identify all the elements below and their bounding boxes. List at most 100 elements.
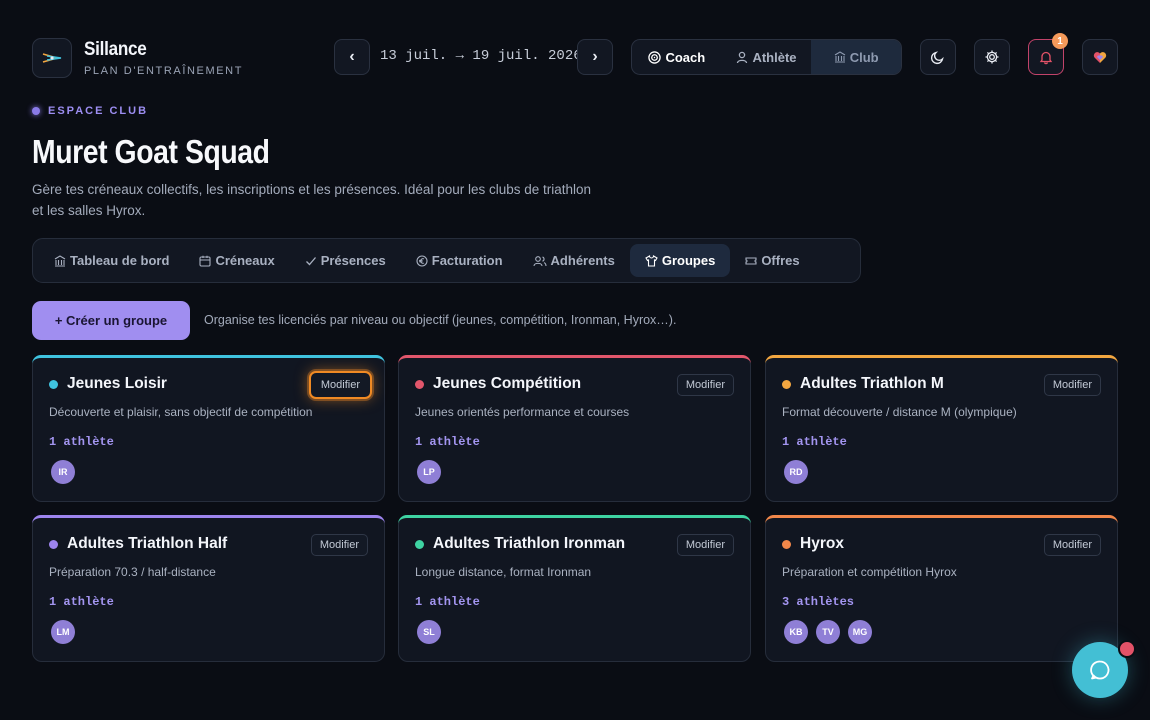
target-icon: [648, 50, 662, 64]
tab-label: Tableau de bord: [70, 253, 170, 268]
role-switcher: Coach Athlète Club: [631, 39, 902, 75]
group-name: Jeunes Compétition: [433, 375, 582, 392]
group-name: Adultes Triathlon M: [800, 375, 944, 392]
group-description: Découverte et plaisir, sans objectif de …: [49, 405, 313, 419]
group-athlete-count: 3 athlètes: [782, 595, 855, 609]
app-header: Sillance PLAN D'ENTRAÎNEMENT ‹ 13 juil. …: [32, 33, 1118, 78]
edit-group-button[interactable]: Modifier: [1043, 374, 1101, 396]
avatar[interactable]: TV: [816, 620, 840, 644]
avatar[interactable]: LP: [417, 460, 441, 484]
tab-dashboard[interactable]: Tableau de bord: [39, 244, 184, 277]
page-title: Muret Goat Squad: [32, 133, 270, 170]
eyebrow-dot: [32, 107, 40, 115]
chevron-left-icon: ‹: [349, 48, 355, 65]
users-icon: [532, 255, 547, 266]
role-label: Club: [849, 49, 879, 65]
group-color-dot: [49, 540, 58, 549]
chevron-right-icon: ›: [592, 48, 598, 65]
group-name: Hyrox: [800, 535, 844, 552]
notification-count-badge: 1: [1052, 33, 1068, 49]
avatar[interactable]: MG: [848, 620, 872, 644]
group-athlete-count: 1 athlète: [415, 595, 480, 609]
edit-group-button[interactable]: Modifier: [1043, 534, 1101, 556]
ticket-icon: [745, 256, 757, 265]
group-color-dot: [415, 540, 424, 549]
avatar[interactable]: KB: [784, 620, 808, 644]
group-card[interactable]: Adultes Triathlon M Modifier Format découv…: [765, 355, 1118, 502]
edit-group-button[interactable]: Modifier: [676, 374, 734, 396]
create-group-button[interactable]: + Créer un groupe: [32, 301, 190, 340]
edit-group-button[interactable]: Modifier: [308, 371, 372, 399]
role-label: Athlète: [752, 49, 797, 65]
check-icon: [305, 256, 316, 265]
group-athlete-count: 1 athlète: [49, 435, 114, 449]
tab-groups[interactable]: Groupes: [629, 244, 731, 277]
role-coach[interactable]: Coach: [632, 40, 722, 74]
group-card[interactable]: Jeunes Loisir Modifier Découverte et plais…: [32, 355, 385, 502]
tab-attendance[interactable]: Présences: [290, 244, 401, 277]
avatar[interactable]: LM: [51, 620, 75, 644]
group-description: Format découverte / distance M (olympiqu…: [782, 405, 1017, 419]
edit-group-button[interactable]: Modifier: [310, 534, 368, 556]
group-card[interactable]: Hyrox Modifier Préparation et compétition …: [765, 515, 1118, 662]
page-description: Gère tes créneaux collectifs, les inscri…: [32, 182, 592, 218]
group-description: Préparation 70.3 / half-distance: [49, 565, 216, 579]
profile-button[interactable]: [1082, 39, 1118, 75]
chat-unread-dot: [1118, 640, 1136, 658]
create-group-hint: Organise tes licenciés par niveau ou obj…: [204, 313, 677, 327]
building-icon: [834, 51, 846, 63]
tab-label: Offres: [761, 253, 800, 268]
tab-billing[interactable]: Facturation: [401, 244, 518, 277]
logo-icon: [42, 53, 62, 63]
week-range: 13 juil. → 19 juil. 2026: [380, 48, 582, 64]
chat-bubble-icon: [1090, 660, 1110, 680]
tab-label: Facturation: [431, 253, 503, 268]
user-icon: [737, 51, 748, 63]
shirt-icon: [645, 254, 658, 267]
group-card[interactable]: Jeunes Compétition Modifier Jeunes orienté…: [398, 355, 751, 502]
notifications-button[interactable]: 1: [1028, 33, 1068, 75]
tab-label: Adhérents: [550, 253, 615, 268]
avatar[interactable]: IR: [51, 460, 75, 484]
group-card[interactable]: Adultes Triathlon Half Modifier Préparatio…: [32, 515, 385, 662]
tab-label: Créneaux: [215, 253, 275, 268]
previous-week-button[interactable]: ‹: [334, 39, 370, 75]
brand-name: Sillance: [84, 39, 147, 60]
group-members: KB TV MG: [784, 620, 872, 644]
chat-button[interactable]: [1072, 640, 1136, 698]
next-week-button[interactable]: ›: [577, 39, 613, 75]
euro-icon: [416, 254, 428, 267]
group-description: Jeunes orientés performance et courses: [415, 405, 630, 419]
role-athlete[interactable]: Athlète: [722, 40, 812, 74]
gear-icon: [985, 50, 999, 64]
edit-group-button[interactable]: Modifier: [676, 534, 734, 556]
avatar[interactable]: SL: [417, 620, 441, 644]
tab-members[interactable]: Adhérents: [518, 244, 630, 277]
group-name: Adultes Triathlon Ironman: [433, 535, 626, 552]
group-athlete-count: 1 athlète: [415, 435, 480, 449]
group-members: SL: [417, 620, 441, 644]
bell-icon: [1039, 51, 1053, 65]
settings-button[interactable]: [974, 39, 1010, 75]
tab-label: Présences: [320, 253, 386, 268]
group-color-dot: [415, 380, 424, 389]
group-description: Longue distance, format Ironman: [415, 565, 592, 579]
heart-logo-icon: [1093, 51, 1107, 63]
group-card[interactable]: Adultes Triathlon Ironman Modifier Longue …: [398, 515, 751, 662]
group-members: IR: [51, 460, 75, 484]
role-club[interactable]: Club: [811, 40, 901, 74]
club-tabs: Tableau de bord Créneaux Présences Factu…: [32, 238, 861, 283]
moon-icon: [930, 51, 944, 65]
calendar-icon: [199, 255, 211, 267]
avatar[interactable]: RD: [784, 460, 808, 484]
role-label: Coach: [665, 49, 706, 65]
group-members: RD: [784, 460, 808, 484]
group-name: Jeunes Loisir: [67, 375, 167, 392]
tab-offers[interactable]: Offres: [730, 244, 814, 277]
building-icon: [54, 254, 66, 267]
logo[interactable]: [32, 38, 72, 78]
tab-slots[interactable]: Créneaux: [184, 244, 289, 277]
theme-toggle-button[interactable]: [920, 39, 956, 75]
section-eyebrow: ESPACE CLUB: [32, 105, 148, 117]
group-athlete-count: 1 athlète: [782, 435, 847, 449]
